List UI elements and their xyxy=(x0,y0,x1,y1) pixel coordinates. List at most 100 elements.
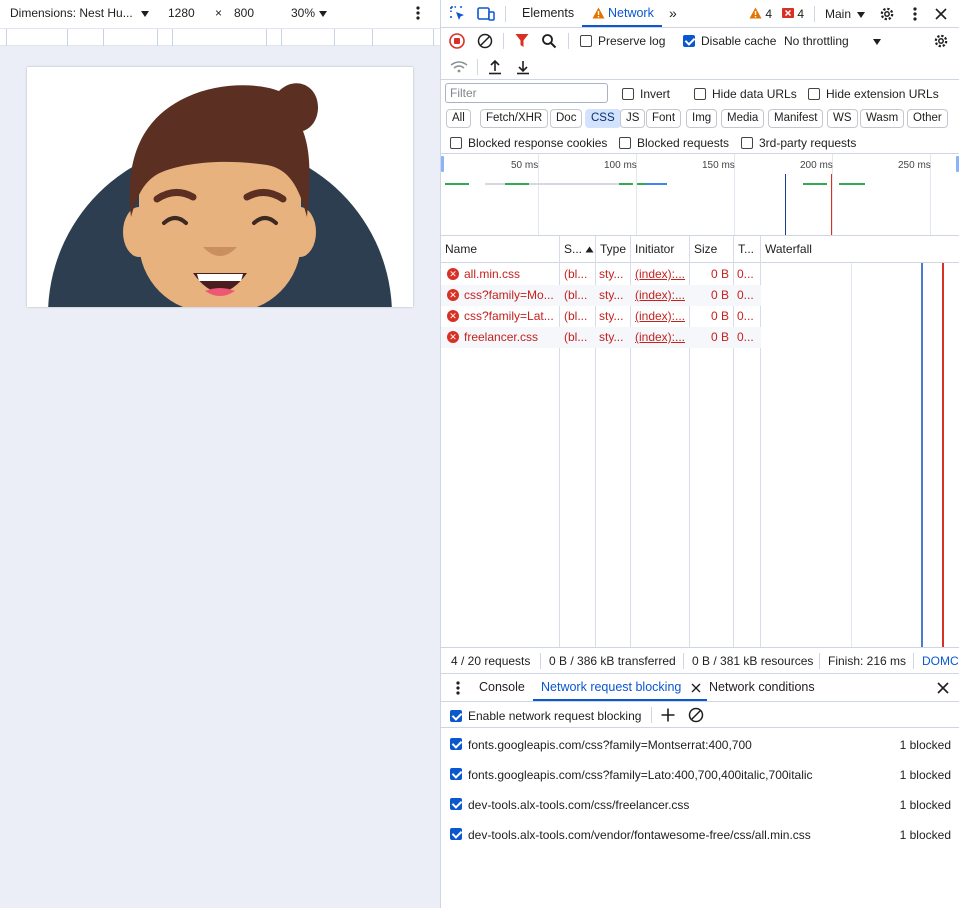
blocked-response-cookies-checkbox[interactable]: Blocked response cookies xyxy=(450,136,607,150)
column-size[interactable]: Size xyxy=(690,236,734,262)
request-row[interactable]: ✕ freelancer.css (bl... sty... (index):.… xyxy=(441,327,761,348)
blocking-pattern-item[interactable]: dev-tools.alx-tools.com/vendor/fontaweso… xyxy=(441,819,959,849)
column-initiator[interactable]: Initiator xyxy=(631,236,689,262)
checkbox-box-checked[interactable] xyxy=(450,798,462,810)
width-input[interactable]: 1280 xyxy=(168,6,195,20)
column-time[interactable]: T... xyxy=(734,236,760,262)
throttling-label: No throttling xyxy=(784,34,849,48)
clear-icon[interactable] xyxy=(475,31,495,51)
import-har-upload-icon[interactable] xyxy=(485,57,505,77)
drawer-tab-network-request-blocking[interactable]: Network request blocking xyxy=(533,674,708,701)
enable-blocking-checkbox[interactable]: Enable network request blocking xyxy=(450,709,641,723)
type-filter-css[interactable]: CSS xyxy=(585,109,621,128)
request-initiator-link[interactable]: (index):... xyxy=(635,306,687,327)
inspect-element-icon[interactable] xyxy=(448,4,468,24)
blocking-pattern-item[interactable]: dev-tools.alx-tools.com/css/freelancer.c… xyxy=(441,789,959,819)
dimensions-label: Dimensions: Nest Hu... xyxy=(10,6,133,20)
emulated-viewport[interactable] xyxy=(27,67,413,307)
checkbox-box-checked[interactable] xyxy=(450,738,462,750)
type-filter-ws[interactable]: WS xyxy=(827,109,858,128)
tab-network[interactable]: Network xyxy=(582,0,662,27)
type-filter-other[interactable]: Other xyxy=(907,109,948,128)
filter-funnel-icon[interactable] xyxy=(512,31,532,51)
request-initiator-link[interactable]: (index):... xyxy=(635,327,687,348)
context-dropdown[interactable]: Main xyxy=(825,7,866,21)
blocked-filters-row: Blocked response cookies Blocked request… xyxy=(441,130,959,154)
settings-gear-icon[interactable] xyxy=(877,4,897,24)
drawer-tab-console[interactable]: Console xyxy=(479,674,525,701)
device-toolbar-icon[interactable] xyxy=(476,4,496,24)
network-toolbar: Preserve log Disable cache No throttling xyxy=(441,28,959,54)
warning-icon xyxy=(592,7,605,19)
error-x-icon: ✕ xyxy=(447,331,459,343)
type-filter-js[interactable]: JS xyxy=(620,109,646,128)
drawer-tab-network-conditions[interactable]: Network conditions xyxy=(709,674,815,701)
type-filter-font[interactable]: Font xyxy=(646,109,682,128)
status-domcontentloaded: DOMC xyxy=(922,654,959,668)
height-input[interactable]: 800 xyxy=(234,6,254,20)
customize-menu-icon[interactable] xyxy=(905,4,925,24)
dimensions-dropdown[interactable]: Dimensions: Nest Hu... xyxy=(10,6,149,20)
request-initiator-link[interactable]: (index):... xyxy=(635,264,687,285)
drawer-menu-icon[interactable] xyxy=(448,678,468,698)
export-har-download-icon[interactable] xyxy=(513,57,533,77)
type-filter-fetch-xhr[interactable]: Fetch/XHR xyxy=(480,109,549,128)
checkbox-box xyxy=(450,137,462,149)
disable-cache-checkbox[interactable]: Disable cache xyxy=(683,34,776,48)
column-status[interactable]: S... xyxy=(560,236,595,262)
search-icon[interactable] xyxy=(539,31,559,51)
close-tab-icon[interactable] xyxy=(691,683,701,693)
remove-all-patterns-icon[interactable] xyxy=(686,705,706,725)
request-type: sty... xyxy=(599,288,624,302)
column-name[interactable]: Name xyxy=(441,236,559,262)
warnings-counter[interactable]: 4 xyxy=(749,7,772,21)
column-waterfall[interactable]: Waterfall xyxy=(761,236,881,262)
zoom-dropdown[interactable]: 30% xyxy=(291,6,328,20)
checkbox-box-checked[interactable] xyxy=(450,828,462,840)
network-overview-timeline[interactable]: 50 ms 100 ms 150 ms 200 ms 250 ms xyxy=(441,154,959,236)
type-filter-media[interactable]: Media xyxy=(721,109,765,128)
hide-extension-urls-checkbox[interactable]: Hide extension URLs xyxy=(808,87,939,101)
errors-counter[interactable]: 4 xyxy=(782,7,804,21)
throttling-dropdown[interactable]: No throttling xyxy=(784,34,881,48)
stop-recording-icon[interactable] xyxy=(447,31,467,51)
overview-left-handle[interactable] xyxy=(441,156,444,172)
request-row[interactable]: ✕ all.min.css (bl... sty... (index):... … xyxy=(441,264,761,285)
request-type: sty... xyxy=(599,309,624,323)
add-pattern-plus-icon[interactable] xyxy=(658,705,678,725)
more-tabs-icon[interactable]: » xyxy=(669,0,677,27)
request-row[interactable]: ✕ css?family=Mo... (bl... sty... (index)… xyxy=(441,285,761,306)
media-query-ruler[interactable] xyxy=(0,28,440,46)
warning-icon xyxy=(749,7,762,19)
blocking-pattern-item[interactable]: fonts.googleapis.com/css?family=Lato:400… xyxy=(441,759,959,789)
blocking-pattern-item[interactable]: fonts.googleapis.com/css?family=Montserr… xyxy=(441,729,959,759)
third-party-requests-checkbox[interactable]: 3rd-party requests xyxy=(741,136,856,150)
type-filter-img[interactable]: Img xyxy=(686,109,718,128)
type-filter-manifest[interactable]: Manifest xyxy=(768,109,824,128)
avatar-illustration xyxy=(48,83,392,307)
tab-elements[interactable]: Elements xyxy=(522,0,574,27)
type-filter-all[interactable]: All xyxy=(446,109,471,128)
checkbox-box-checked[interactable] xyxy=(450,768,462,780)
close-drawer-icon[interactable] xyxy=(933,678,953,698)
request-row[interactable]: ✕ css?family=Lat... (bl... sty... (index… xyxy=(441,306,761,327)
close-devtools-icon[interactable] xyxy=(931,4,951,24)
hide-data-urls-checkbox[interactable]: Hide data URLs xyxy=(694,87,797,101)
warnings-count: 4 xyxy=(765,7,773,21)
more-options-icon[interactable] xyxy=(412,5,424,24)
preserve-log-checkbox[interactable]: Preserve log xyxy=(580,34,665,48)
error-icon xyxy=(782,8,794,18)
network-settings-gear-icon[interactable] xyxy=(931,31,951,51)
checkbox-box-checked xyxy=(683,35,695,47)
hide-extension-urls-label: Hide extension URLs xyxy=(826,87,939,101)
invert-checkbox[interactable]: Invert xyxy=(622,87,670,101)
request-initiator-link[interactable]: (index):... xyxy=(635,285,687,306)
column-type[interactable]: Type xyxy=(596,236,631,262)
network-conditions-wifi-icon[interactable] xyxy=(449,57,469,77)
type-filter-doc[interactable]: Doc xyxy=(550,109,583,128)
filter-input[interactable] xyxy=(445,83,608,103)
status-transferred: 0 B / 386 kB transferred xyxy=(549,654,676,668)
blocked-requests-checkbox[interactable]: Blocked requests xyxy=(619,136,729,150)
chevron-down-icon xyxy=(857,11,866,18)
type-filter-wasm[interactable]: Wasm xyxy=(860,109,905,128)
